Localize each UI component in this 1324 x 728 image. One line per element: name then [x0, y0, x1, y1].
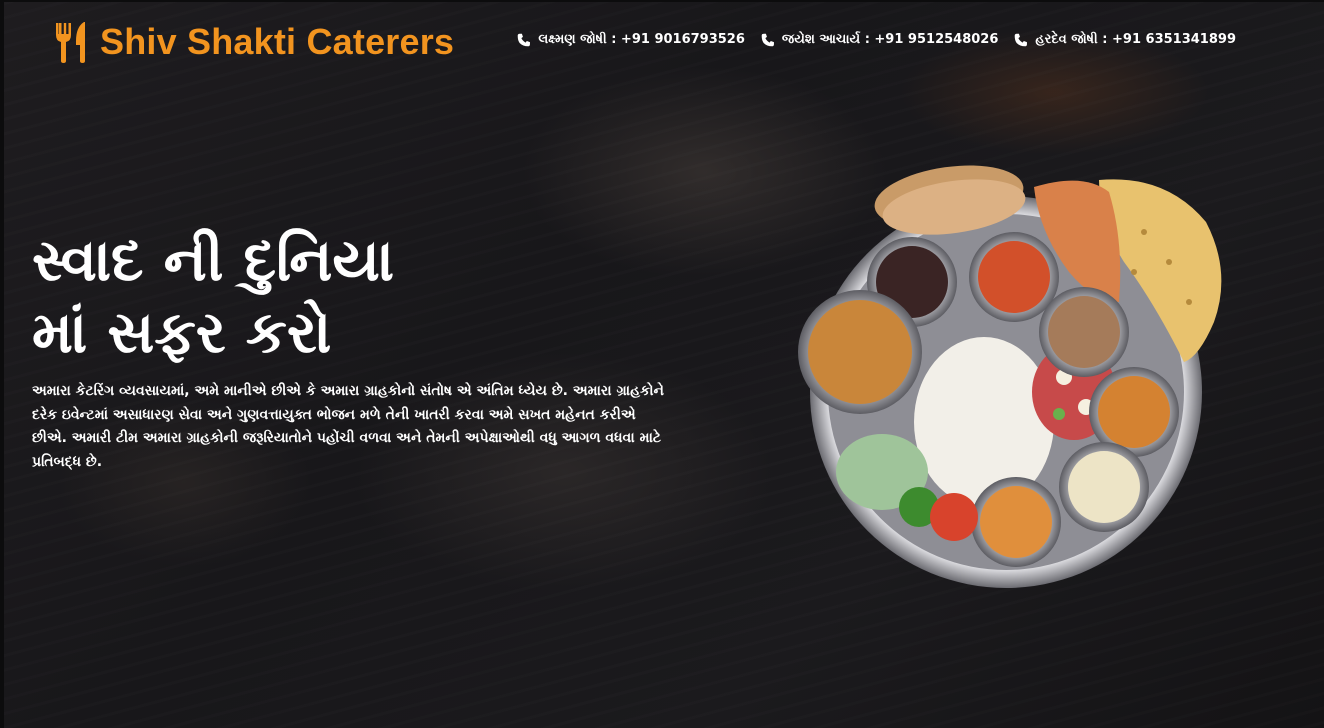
hero-title-line-1: સ્વાદ ની દુનિયા: [32, 226, 395, 294]
hero-title: સ્વાદ ની દુનિયા માં સફર કરો: [32, 224, 592, 368]
phone-icon: [761, 33, 774, 46]
hero-page: Shiv Shakti Caterers લક્ષ્મણ જોષી : +91 …: [0, 0, 1324, 728]
contact-label: હરદેવ જોષી : +91 6351341899: [1035, 32, 1236, 47]
fork-knife-icon: [56, 22, 85, 63]
phone-icon: [518, 33, 531, 46]
contact-item-1[interactable]: લક્ષ્મણ જોષી : +91 9016793526: [517, 32, 745, 47]
brand-name: Shiv Shakti Caterers: [100, 21, 455, 62]
brand-logo[interactable]: Shiv Shakti Caterers: [54, 20, 454, 64]
contact-list: લક્ષ્મણ જોષી : +91 9016793526 જયેશ આચાર્…: [517, 32, 1236, 47]
contact-label: જયેશ આચાર્ય : +91 9512548026: [781, 32, 999, 47]
contact-item-2[interactable]: જયેશ આચાર્ય : +91 9512548026: [761, 32, 998, 47]
hero-title-line-2: માં સફર કરો: [32, 298, 332, 366]
contact-label: લક્ષ્મણ જોષી : +91 9016793526: [538, 32, 745, 47]
thali-plate-image: [798, 165, 1222, 588]
phone-icon: [1015, 33, 1028, 46]
hero-description: અમારા કેટરિંગ વ્યવસાયમાં, અમે માનીએ છીએ …: [32, 383, 664, 470]
contact-item-3[interactable]: હરદેવ જોષી : +91 6351341899: [1014, 32, 1236, 47]
